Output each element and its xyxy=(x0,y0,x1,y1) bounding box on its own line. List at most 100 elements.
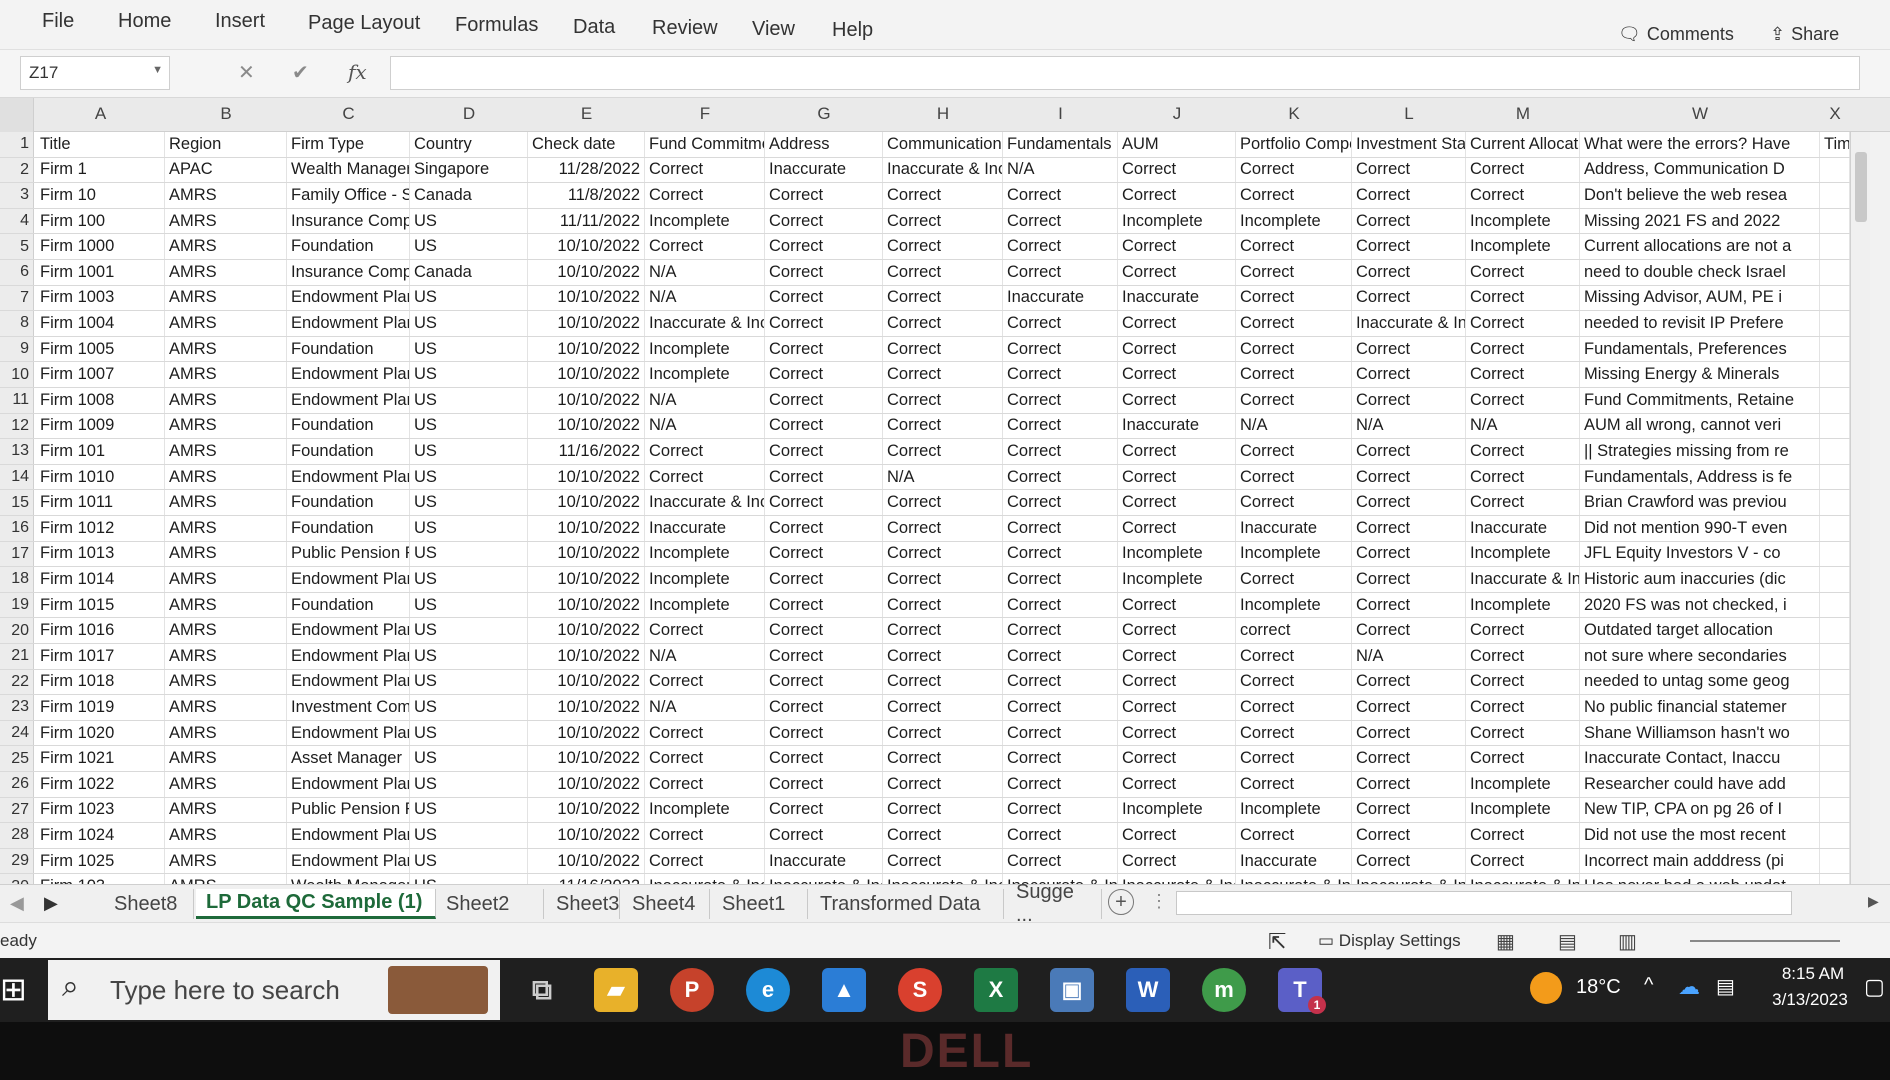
cell[interactable]: Correct xyxy=(883,720,1003,746)
cell[interactable]: Correct xyxy=(1466,183,1580,208)
cell[interactable]: AMRS xyxy=(165,644,287,669)
cell[interactable]: Incomplete xyxy=(645,592,765,618)
cell[interactable]: Correct xyxy=(1236,183,1352,208)
cell[interactable] xyxy=(1820,234,1850,259)
header-cell[interactable]: Region xyxy=(165,132,287,157)
cell[interactable]: Correct xyxy=(883,797,1003,823)
cell[interactable]: Inaccurate xyxy=(645,516,765,541)
cell[interactable]: Endowment Plan xyxy=(287,669,410,695)
cell[interactable]: Incomplete xyxy=(1118,208,1236,234)
cell[interactable]: Correct xyxy=(883,772,1003,797)
network-icon[interactable]: ▤ xyxy=(1716,974,1735,999)
cell[interactable]: AMRS xyxy=(165,183,287,208)
cell[interactable]: Firm 103 xyxy=(36,874,165,884)
cell[interactable]: Incomplete xyxy=(1466,592,1580,618)
cell[interactable]: Wealth Manager xyxy=(287,874,410,884)
cell[interactable]: AMRS xyxy=(165,208,287,234)
cell[interactable]: Correct xyxy=(883,413,1003,439)
cell[interactable]: Correct xyxy=(1236,362,1352,387)
cell[interactable]: Address, Communication D xyxy=(1580,157,1820,183)
cell[interactable]: US xyxy=(410,234,528,259)
cell[interactable]: Correct xyxy=(1352,464,1466,490)
cell[interactable]: 10/10/2022 xyxy=(528,695,645,720)
cell[interactable]: not sure where secondaries xyxy=(1580,644,1820,669)
cell[interactable]: Firm 1005 xyxy=(36,336,165,362)
cell[interactable] xyxy=(1820,746,1850,771)
cell[interactable]: US xyxy=(410,644,528,669)
cell[interactable]: Correct xyxy=(1352,490,1466,515)
cell[interactable]: Correct xyxy=(1118,618,1236,643)
cell[interactable]: Correct xyxy=(1236,720,1352,746)
cell[interactable]: Inaccurate & Inc xyxy=(645,490,765,515)
cell[interactable]: AMRS xyxy=(165,464,287,490)
cell[interactable] xyxy=(1820,592,1850,618)
cell[interactable]: Endowment Plan xyxy=(287,285,410,311)
enter-icon[interactable]: ✔ xyxy=(292,60,309,85)
cell[interactable]: Endowment Plan xyxy=(287,311,410,336)
cell[interactable]: Correct xyxy=(1118,336,1236,362)
taskbar-search[interactable]: ⌕ Type here to search xyxy=(48,960,500,1020)
cell[interactable]: Correct xyxy=(1352,797,1466,823)
chrome-icon[interactable]: S xyxy=(898,968,942,1012)
cell[interactable]: Correct xyxy=(1352,720,1466,746)
column-header[interactable]: F xyxy=(645,104,765,124)
cell[interactable]: Did not mention 990-T even xyxy=(1580,516,1820,541)
cell[interactable]: Correct xyxy=(1003,439,1118,464)
cell[interactable]: Correct xyxy=(1352,746,1466,771)
cell[interactable]: Firm 1017 xyxy=(36,644,165,669)
column-header[interactable]: X xyxy=(1820,104,1850,124)
cell[interactable]: Fund Commitments, Retaine xyxy=(1580,388,1820,413)
column-header[interactable]: C xyxy=(287,104,410,124)
menu-formulas[interactable]: Formulas xyxy=(455,14,538,37)
clock-time[interactable]: 8:15 AM xyxy=(1768,964,1858,984)
cell[interactable]: Correct xyxy=(883,695,1003,720)
cell[interactable]: N/A xyxy=(645,388,765,413)
cell[interactable]: Inaccurate & Inc xyxy=(883,157,1003,183)
cell[interactable]: Correct xyxy=(1352,388,1466,413)
cell[interactable]: Correct xyxy=(883,644,1003,669)
cell[interactable]: Correct xyxy=(1352,695,1466,720)
comments-button[interactable]: 🗨 Comments xyxy=(1618,24,1734,45)
cell[interactable]: 11/16/2022 xyxy=(528,439,645,464)
menu-insert[interactable]: Insert xyxy=(215,10,265,33)
header-cell[interactable]: What were the errors? Have xyxy=(1580,132,1820,157)
cell[interactable]: Correct xyxy=(883,490,1003,515)
cell[interactable]: Correct xyxy=(1352,439,1466,464)
row-number[interactable]: 29 xyxy=(0,848,34,874)
cell[interactable]: Correct xyxy=(645,464,765,490)
cell[interactable]: Correct xyxy=(1352,669,1466,695)
cell[interactable] xyxy=(1820,311,1850,336)
cell[interactable]: Correct xyxy=(765,746,883,771)
cell[interactable]: Correct xyxy=(1236,464,1352,490)
cell[interactable]: Correct xyxy=(645,618,765,643)
cell[interactable]: Correct xyxy=(1118,772,1236,797)
cell[interactable]: 10/10/2022 xyxy=(528,567,645,592)
cell[interactable]: US xyxy=(410,439,528,464)
cell[interactable]: US xyxy=(410,695,528,720)
cell[interactable]: Firm 1013 xyxy=(36,541,165,567)
cell[interactable]: Insurance Comp xyxy=(287,208,410,234)
cell[interactable]: 11/8/2022 xyxy=(528,183,645,208)
cancel-icon[interactable]: ✕ xyxy=(238,60,255,85)
cell[interactable]: Correct xyxy=(645,183,765,208)
cell[interactable]: Correct xyxy=(1236,285,1352,311)
cell[interactable]: Correct xyxy=(1118,516,1236,541)
cell[interactable]: Correct xyxy=(883,439,1003,464)
cell[interactable]: Inaccurate xyxy=(1466,516,1580,541)
cell[interactable]: Correct xyxy=(1118,439,1236,464)
cell[interactable]: Correct xyxy=(1352,772,1466,797)
cell[interactable]: N/A xyxy=(1003,157,1118,183)
sheet-tab[interactable]: Sheet1 xyxy=(712,889,808,919)
header-cell[interactable]: Communication xyxy=(883,132,1003,157)
cell[interactable]: Incomplete xyxy=(1236,208,1352,234)
cell[interactable]: Inaccurate & Inc xyxy=(1352,311,1466,336)
row-number[interactable]: 6 xyxy=(0,260,34,285)
cell[interactable] xyxy=(1820,874,1850,884)
cell[interactable]: Inaccurate & Inc xyxy=(765,874,883,884)
cell[interactable] xyxy=(1820,362,1850,387)
cell[interactable]: Correct xyxy=(765,234,883,259)
cell[interactable] xyxy=(1820,644,1850,669)
cell[interactable]: Correct xyxy=(1118,464,1236,490)
menu-review[interactable]: Review xyxy=(652,17,718,40)
cell[interactable]: Correct xyxy=(1118,311,1236,336)
